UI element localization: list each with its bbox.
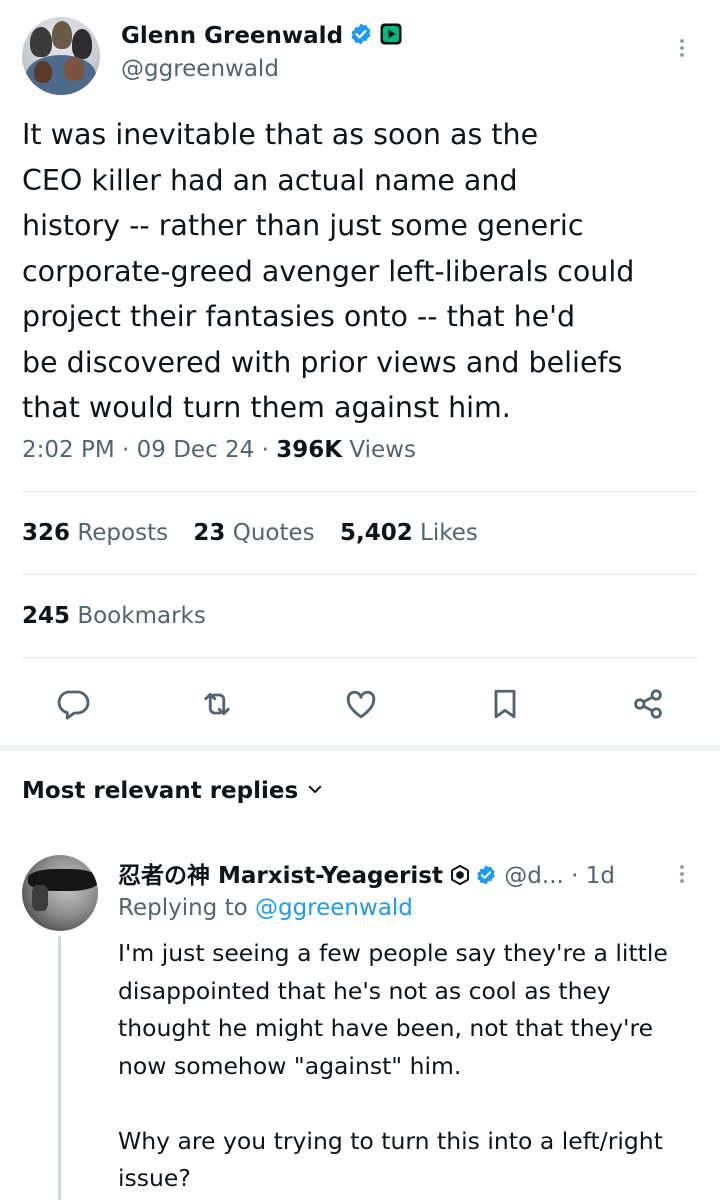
- tweet-text: It was inevitable that as soon as the CE…: [22, 118, 635, 424]
- section-divider: [0, 745, 720, 751]
- chevron-down-icon: [308, 785, 322, 793]
- author-avatar[interactable]: [22, 17, 100, 95]
- reply-author-name[interactable]: 忍者の神 Marxist-Yeagerist: [118, 863, 443, 889]
- reposts-label: Reposts: [77, 520, 169, 546]
- author-name-text[interactable]: Glenn Greenwald: [121, 23, 343, 49]
- author-handle[interactable]: @ggreenwald: [121, 56, 279, 82]
- divider: [22, 574, 698, 575]
- share-icon: [634, 689, 662, 719]
- affiliate-play-icon: [380, 23, 402, 45]
- reply-icon: [57, 690, 90, 720]
- quotes-label: Quotes: [232, 520, 315, 546]
- meta-separator: ·: [122, 437, 130, 463]
- meta-separator: ·: [261, 437, 269, 463]
- likes-label: Likes: [420, 520, 478, 546]
- reply-header: 忍者の神 Marxist-Yeagerist @d... · 1d: [118, 856, 615, 890]
- reposts-stat[interactable]: 326 Reposts: [22, 520, 168, 546]
- replies-sort-dropdown[interactable]: Most relevant replies: [22, 778, 324, 804]
- repost-button[interactable]: [199, 686, 235, 722]
- repost-icon: [204, 692, 230, 716]
- reply-text: I'm just seeing a few people say they're…: [118, 939, 668, 1192]
- tweet-time[interactable]: 2:02 PM: [22, 437, 115, 463]
- reply-time[interactable]: · 1d: [571, 863, 615, 889]
- bookmark-icon: [494, 689, 516, 719]
- replies-header-label: Most relevant replies: [22, 778, 299, 804]
- quotes-count: 23: [193, 520, 226, 546]
- bookmarks-stat[interactable]: 245 Bookmarks: [22, 603, 206, 629]
- likes-count: 5,402: [339, 520, 413, 546]
- tweet-meta: 2:02 PM · 09 Dec 24 · 396K Views: [22, 437, 416, 463]
- share-button[interactable]: [630, 686, 666, 722]
- verified-badge-icon: [477, 865, 495, 885]
- divider: [22, 491, 698, 492]
- tweet-stats: 326 Reposts 23 Quotes 5,402 Likes: [22, 520, 496, 546]
- replying-to-link[interactable]: @ggreenwald: [255, 895, 413, 921]
- replying-to: Replying to @ggreenwald: [118, 895, 413, 921]
- views-label: Views: [349, 437, 416, 463]
- author-name[interactable]: Glenn Greenwald: [121, 22, 403, 49]
- reply-button[interactable]: [55, 686, 91, 722]
- reposts-count: 326: [22, 520, 71, 546]
- bookmarks-count: 245: [22, 603, 71, 629]
- reply-author-handle[interactable]: @d...: [504, 863, 564, 889]
- views-count: 396K: [276, 437, 343, 463]
- hexagon-badge-icon: [450, 864, 469, 886]
- like-icon: [346, 690, 376, 719]
- bookmarks-label: Bookmarks: [77, 603, 206, 629]
- reply-avatar[interactable]: [22, 855, 98, 931]
- tweet-date[interactable]: 09 Dec 24: [137, 437, 255, 463]
- bookmark-button[interactable]: [487, 686, 523, 722]
- more-options-icon[interactable]: [670, 36, 694, 60]
- reply-more-options-icon[interactable]: [670, 862, 694, 886]
- thread-line: [58, 936, 61, 1200]
- likes-stat[interactable]: 5,402 Likes: [340, 520, 478, 546]
- like-button[interactable]: [343, 686, 379, 722]
- quotes-stat[interactable]: 23 Quotes: [193, 520, 314, 546]
- divider: [22, 657, 698, 658]
- replying-prefix: Replying to: [118, 895, 248, 921]
- verified-badge-icon: [351, 23, 371, 45]
